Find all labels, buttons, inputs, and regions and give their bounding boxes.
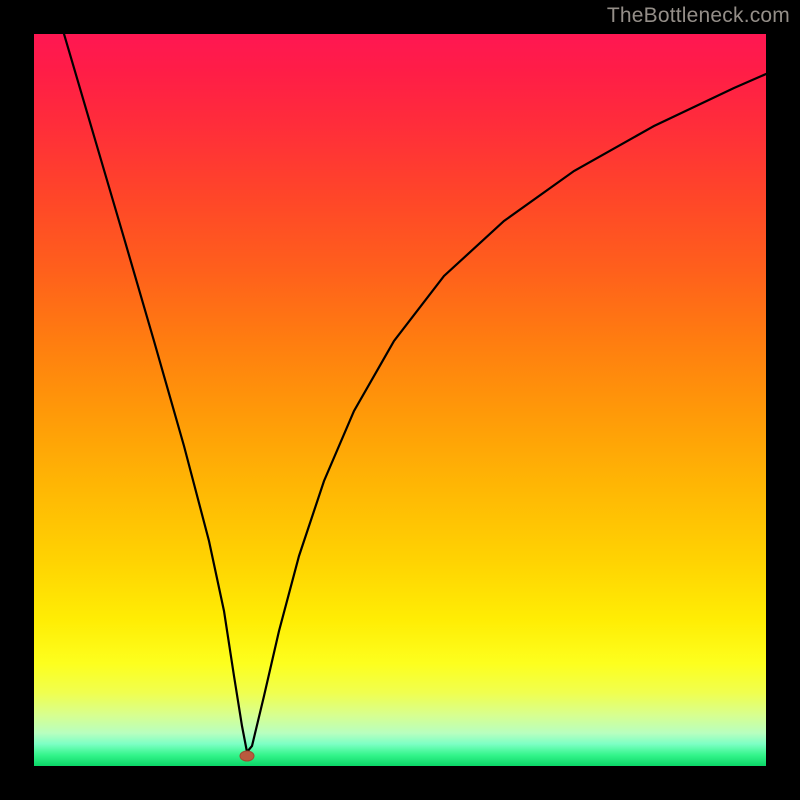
chart-frame: TheBottleneck.com [0, 0, 800, 800]
plot-area [34, 34, 766, 766]
minimum-marker [240, 751, 254, 761]
watermark-text: TheBottleneck.com [607, 4, 790, 28]
curve-line [64, 34, 766, 752]
chart-svg [34, 34, 766, 766]
